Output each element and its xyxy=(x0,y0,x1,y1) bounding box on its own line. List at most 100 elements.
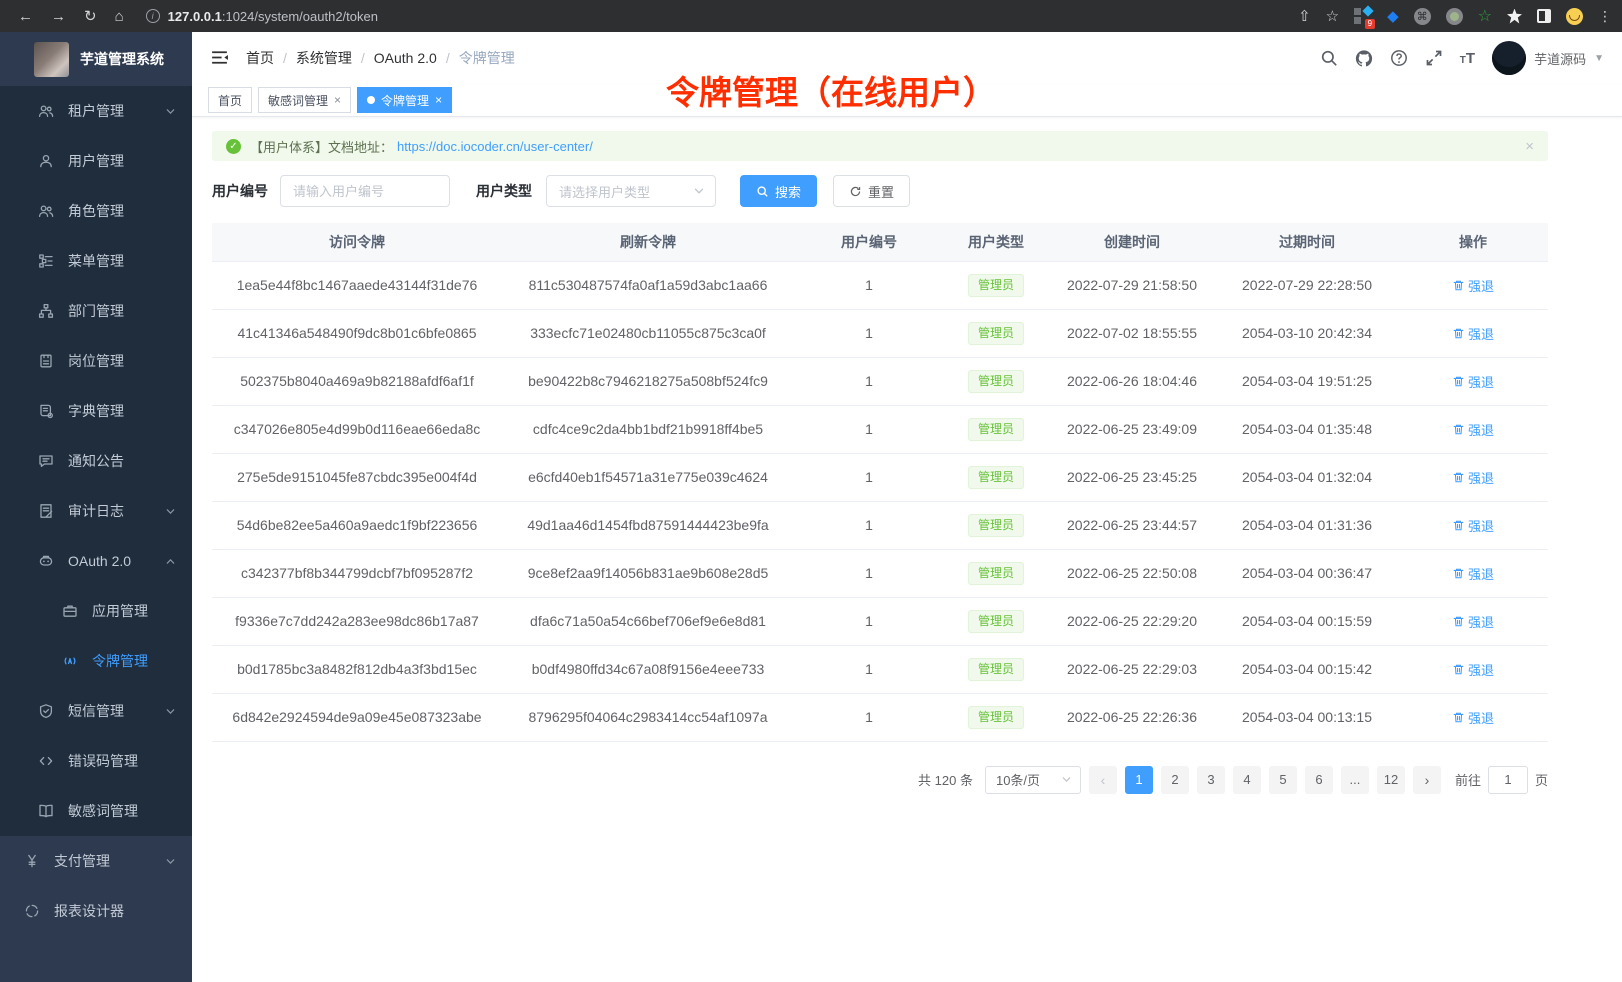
user-type-badge: 管理员 xyxy=(968,418,1024,441)
search-icon[interactable] xyxy=(1320,49,1338,67)
page-button-6[interactable]: 6 xyxy=(1305,766,1333,794)
github-icon[interactable] xyxy=(1355,49,1373,67)
page-button-12[interactable]: 12 xyxy=(1377,766,1405,794)
sidebar-item-label: 敏感词管理 xyxy=(68,801,138,821)
bookmark-star-icon[interactable]: ☆ xyxy=(1326,7,1339,25)
force-logout-button[interactable]: 强退 xyxy=(1452,276,1494,295)
tab-label: 敏感词管理 xyxy=(268,92,328,109)
sidebar-item-app[interactable]: 应用管理 xyxy=(0,586,192,636)
table-row: 1ea5e44f8bc1467aaede43144f31de76811c5304… xyxy=(212,261,1548,309)
user-type-select[interactable]: 请选择用户类型 xyxy=(546,175,716,207)
force-logout-button[interactable]: 强退 xyxy=(1452,372,1494,391)
next-page-button[interactable]: › xyxy=(1413,766,1441,794)
column-header: 访问令牌 xyxy=(212,223,502,261)
alert-close-icon[interactable]: × xyxy=(1525,138,1534,155)
font-size-icon[interactable]: TT xyxy=(1460,50,1475,67)
force-logout-label: 强退 xyxy=(1468,708,1494,727)
forward-icon[interactable]: → xyxy=(51,9,66,24)
logo: 芋道管理系统 xyxy=(0,32,192,86)
sidebar-item-sensitive[interactable]: 敏感词管理 xyxy=(0,786,192,836)
breadcrumb-item[interactable]: 系统管理 xyxy=(296,48,352,68)
breadcrumb-item[interactable]: OAuth 2.0 xyxy=(374,50,437,66)
force-logout-button[interactable]: 强退 xyxy=(1452,612,1494,631)
collapse-sidebar-icon[interactable] xyxy=(210,48,230,68)
trash-icon xyxy=(1452,279,1465,292)
user-type-cell: 管理员 xyxy=(944,357,1048,405)
page-size-select[interactable]: 10条/页 xyxy=(985,766,1081,794)
sidebar-item-dict[interactable]: 字典管理 xyxy=(0,386,192,436)
force-logout-button[interactable]: 强退 xyxy=(1452,564,1494,583)
refresh-token-cell: 49d1aa46d1454fbd87591444423be9fa xyxy=(502,501,794,549)
record-extension-icon[interactable] xyxy=(1446,8,1463,25)
user-id-input[interactable] xyxy=(280,175,450,207)
sidebar-item-dept[interactable]: 部门管理 xyxy=(0,286,192,336)
sidepanel-icon[interactable] xyxy=(1537,9,1551,23)
white-star-extension-icon[interactable] xyxy=(1507,9,1522,24)
browser-menu-icon[interactable]: ⋮ xyxy=(1598,8,1612,25)
force-logout-button[interactable]: 强退 xyxy=(1452,420,1494,439)
tab-令牌管理[interactable]: 令牌管理× xyxy=(357,87,452,113)
force-logout-button[interactable]: 强退 xyxy=(1452,468,1494,487)
column-header: 用户类型 xyxy=(944,223,1048,261)
address-bar[interactable]: i 127.0.0.1:1024/system/oauth2/token xyxy=(146,9,1284,24)
gem-extension-icon[interactable]: ◆ xyxy=(1387,7,1399,25)
sidebar-item-label: 报表设计器 xyxy=(54,901,124,921)
page-button-2[interactable]: 2 xyxy=(1161,766,1189,794)
sidebar-item-errcode[interactable]: 错误码管理 xyxy=(0,736,192,786)
user-type-cell: 管理员 xyxy=(944,597,1048,645)
alert-doc-link[interactable]: https://doc.iocoder.cn/user-center/ xyxy=(397,139,593,154)
user-menu[interactable]: 芋道源码 ▼ xyxy=(1492,41,1604,75)
created-time-cell: 2022-06-25 23:49:09 xyxy=(1048,405,1216,453)
home-icon[interactable]: ⌂ xyxy=(115,9,124,24)
search-button[interactable]: 搜索 xyxy=(740,175,817,207)
reload-icon[interactable]: ↻ xyxy=(84,9,97,24)
sidebar-item-pay[interactable]: 支付管理 xyxy=(0,836,192,886)
user-type-cell: 管理员 xyxy=(944,645,1048,693)
token-table: 访问令牌刷新令牌用户编号用户类型创建时间过期时间操作 1ea5e44f8bc14… xyxy=(212,223,1548,742)
tab-close-icon[interactable]: × xyxy=(334,93,341,107)
breadcrumb-separator: / xyxy=(361,50,365,66)
sidebar-item-post[interactable]: 岗位管理 xyxy=(0,336,192,386)
sidebar-item-sms[interactable]: 短信管理 xyxy=(0,686,192,736)
refresh-token-cell: 8796295f04064c2983414cc54af1097a xyxy=(502,693,794,741)
back-icon[interactable]: ← xyxy=(18,9,33,24)
column-header: 刷新令牌 xyxy=(502,223,794,261)
page-button-5[interactable]: 5 xyxy=(1269,766,1297,794)
command-extension-icon[interactable]: ⌘ xyxy=(1414,8,1431,25)
tab-close-icon[interactable]: × xyxy=(435,93,442,107)
force-logout-button[interactable]: 强退 xyxy=(1452,708,1494,727)
prev-page-button[interactable]: ‹ xyxy=(1089,766,1117,794)
tab-首页[interactable]: 首页 xyxy=(208,87,252,113)
breadcrumb-item[interactable]: 首页 xyxy=(246,48,274,68)
share-icon[interactable]: ⇧ xyxy=(1298,7,1311,25)
pager-more[interactable]: ... xyxy=(1341,766,1369,794)
sidebar-item-oauth[interactable]: OAuth 2.0 xyxy=(0,536,192,586)
sidebar-item-report[interactable]: 报表设计器 xyxy=(0,886,192,936)
page-button-4[interactable]: 4 xyxy=(1233,766,1261,794)
force-logout-button[interactable]: 强退 xyxy=(1452,660,1494,679)
sidebar-item-tenant[interactable]: 租户管理 xyxy=(0,86,192,136)
sidebar-item-notice[interactable]: 通知公告 xyxy=(0,436,192,486)
force-logout-button[interactable]: 强退 xyxy=(1452,324,1494,343)
created-time-cell: 2022-07-29 21:58:50 xyxy=(1048,261,1216,309)
green-star-extension-icon[interactable]: ☆ xyxy=(1478,6,1492,26)
goto-label: 前往 xyxy=(1455,770,1481,789)
site-info-icon[interactable]: i xyxy=(146,9,160,23)
help-icon[interactable] xyxy=(1390,49,1408,67)
extensions-icon[interactable]: 9 xyxy=(1354,7,1372,25)
sidebar-item-user[interactable]: 用户管理 xyxy=(0,136,192,186)
goto-page-input[interactable] xyxy=(1488,766,1528,794)
page-button-1[interactable]: 1 xyxy=(1125,766,1153,794)
tab-敏感词管理[interactable]: 敏感词管理 × xyxy=(258,87,351,113)
sidebar-item-role[interactable]: 角色管理 xyxy=(0,186,192,236)
refresh-token-cell: 9ce8ef2aa9f14056b831ae9b608e28d5 xyxy=(502,549,794,597)
table-body: 1ea5e44f8bc1467aaede43144f31de76811c5304… xyxy=(212,261,1548,741)
sidebar-item-audit[interactable]: 审计日志 xyxy=(0,486,192,536)
page-button-3[interactable]: 3 xyxy=(1197,766,1225,794)
fullscreen-icon[interactable] xyxy=(1425,49,1443,67)
reset-button[interactable]: 重置 xyxy=(833,175,910,207)
force-logout-button[interactable]: 强退 xyxy=(1452,516,1494,535)
profile-emoji-icon[interactable] xyxy=(1566,8,1583,25)
sidebar-item-token[interactable]: 令牌管理 xyxy=(0,636,192,686)
sidebar-item-menu[interactable]: 菜单管理 xyxy=(0,236,192,286)
